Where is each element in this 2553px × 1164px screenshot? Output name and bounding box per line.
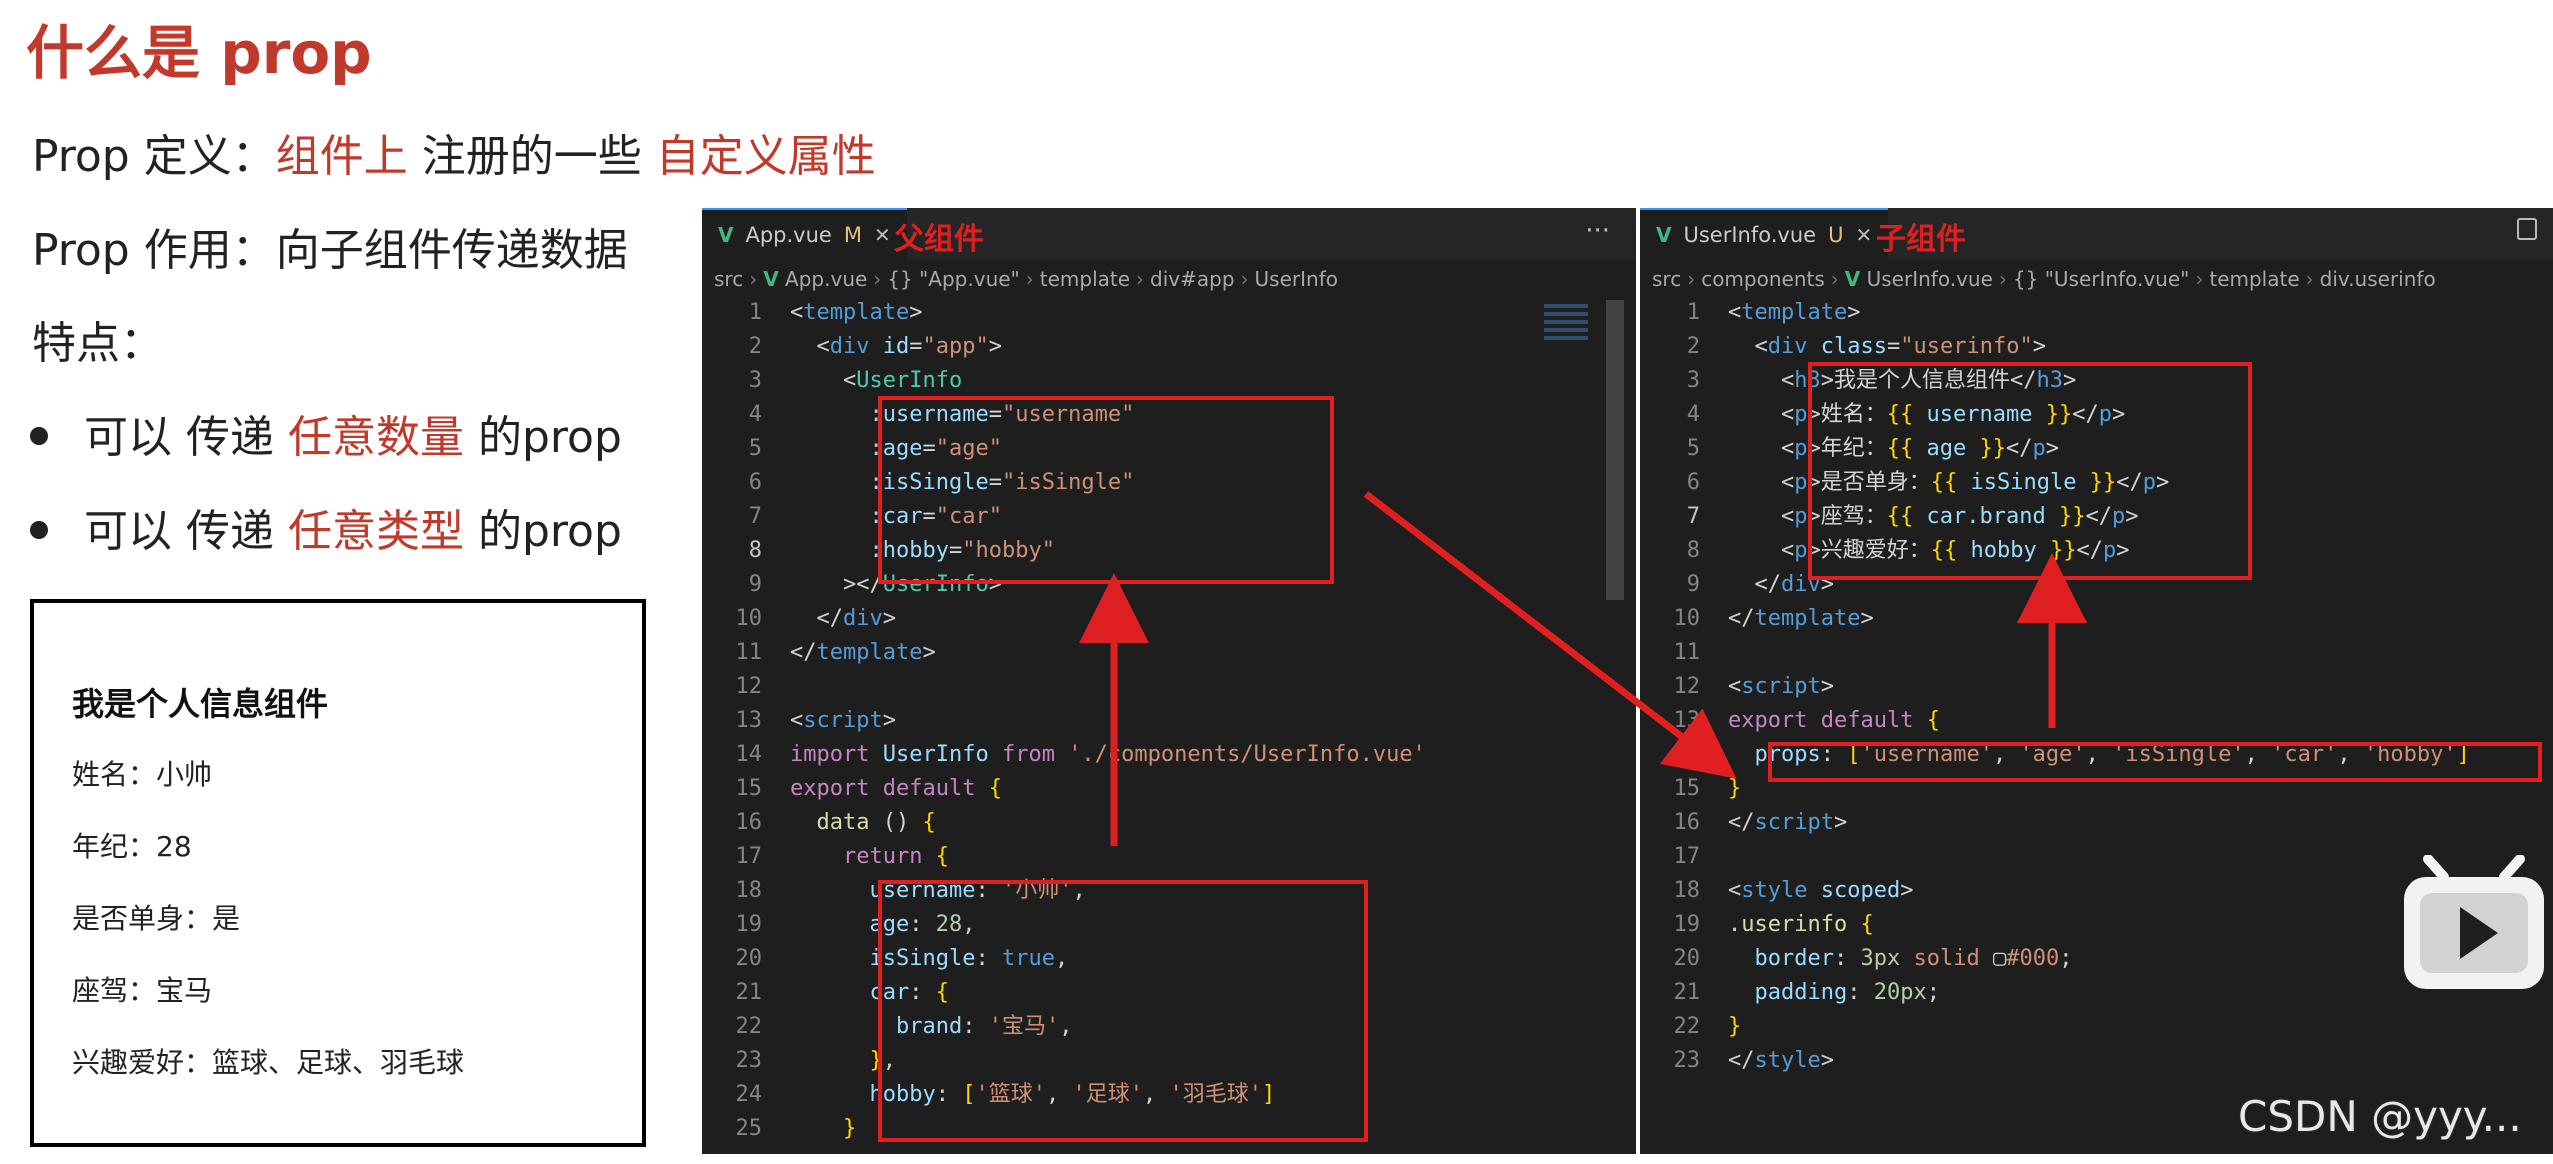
vue-icon: V (1844, 267, 1861, 291)
bullet-dot (30, 521, 48, 539)
definition-highlight-1: 组件上 (275, 131, 408, 182)
chevron-right-icon: › (1025, 267, 1034, 291)
tab-userinfo-vue[interactable]: V UserInfo.vue U ✕ (1640, 208, 1889, 260)
definition-highlight-2: 自定义属性 (655, 131, 876, 182)
breadcrumb-item[interactable]: App.vue (785, 267, 867, 291)
breadcrumb-item[interactable]: {} "UserInfo.vue" (2013, 267, 2189, 291)
bullet-highlight: 任意数量 (287, 412, 464, 463)
bullet-text-end: 的prop (463, 412, 622, 463)
props-declaration-highlight (1768, 742, 2542, 782)
source-watermark: CSDN @yyy... (2238, 1092, 2522, 1141)
close-icon[interactable]: ✕ (874, 223, 891, 247)
feature-bullet-1: 可以 传递 任意数量 的prop (30, 401, 622, 465)
chevron-right-icon: › (2195, 267, 2204, 291)
more-actions-icon[interactable]: ··· (1585, 216, 1610, 246)
breadcrumb-item[interactable]: components (1701, 267, 1825, 291)
definition-middle: 注册的一些 (407, 131, 656, 182)
bullet-dot (30, 427, 48, 445)
props-binding-highlight (878, 396, 1334, 584)
bullet-text: 可以 传递 (84, 412, 288, 463)
child-component-note: 子组件 (1876, 222, 1966, 257)
tab-bar: V App.vue M ✕ 父组件 ··· (702, 208, 1636, 260)
scrollbar[interactable] (1606, 300, 1624, 600)
preview-line: 座驾：宝马 (72, 974, 213, 1007)
tab-label: App.vue (745, 223, 832, 247)
breadcrumb: src › V App.vue ›{} "App.vue" › template › div#… (702, 262, 1636, 296)
breadcrumb-item[interactable]: template (2209, 267, 2299, 291)
preview-line: 姓名：小帅 (72, 758, 213, 791)
close-icon[interactable]: ✕ (1855, 223, 1872, 247)
parent-editor: V App.vue M ✕ 父组件 ··· src › V App.vue ›{} "… (702, 208, 1636, 1154)
chevron-right-icon: › (1240, 267, 1249, 291)
breadcrumb-item[interactable]: template (1040, 267, 1130, 291)
chevron-right-icon: › (873, 267, 882, 291)
feature-bullet-2: 可以 传递 任意类型 的prop (30, 495, 622, 559)
rendered-preview: 我是个人信息组件 姓名：小帅 年纪：28 是否单身：是 座驾：宝马 兴趣爱好：篮… (30, 599, 646, 1147)
vue-icon: V (718, 223, 734, 247)
prop-usage: Prop 作用：向子组件传递数据 (32, 225, 628, 276)
tab-label: UserInfo.vue (1683, 223, 1817, 247)
child-editor: V UserInfo.vue U ✕ 子组件 src › components › V … (1640, 208, 2553, 1154)
template-usage-highlight (1808, 362, 2252, 580)
breadcrumb: src › components › V UserInfo.vue ›{} "UserIn… (1640, 262, 2553, 296)
vue-icon: V (763, 267, 779, 291)
chevron-right-icon: › (1998, 267, 2007, 291)
chevron-right-icon: › (2305, 267, 2314, 291)
chevron-right-icon: › (1830, 267, 1839, 291)
definition-prefix: Prop 定义： (32, 131, 276, 182)
preview-line: 兴趣爱好：篮球、足球、羽毛球 (72, 1046, 465, 1079)
slide-title: 什么是 prop (26, 19, 372, 87)
tab-bar: V UserInfo.vue U ✕ 子组件 (1640, 208, 2553, 260)
minimap[interactable] (1544, 300, 1588, 380)
vue-icon: V (1656, 223, 1672, 247)
preview-line: 年纪：28 (72, 830, 192, 863)
breadcrumb-item[interactable]: src (1652, 267, 1681, 291)
tab-app-vue[interactable]: V App.vue M ✕ (702, 208, 907, 260)
bullet-text: 可以 传递 (84, 506, 288, 557)
tab-status: U (1828, 223, 1844, 247)
bullet-highlight: 任意类型 (287, 506, 464, 557)
preview-line: 是否单身：是 (72, 902, 241, 935)
split-editor-icon[interactable] (2517, 218, 2537, 240)
preview-title: 我是个人信息组件 (72, 685, 329, 723)
breadcrumb-item[interactable]: UserInfo.vue (1867, 267, 1993, 291)
chevron-right-icon: › (1136, 267, 1145, 291)
parent-component-note: 父组件 (894, 222, 984, 257)
chevron-right-icon: › (1687, 267, 1696, 291)
breadcrumb-item[interactable]: {} "App.vue" (887, 267, 1019, 291)
breadcrumb-item[interactable]: div#app (1150, 267, 1235, 291)
data-values-highlight (878, 880, 1368, 1142)
chevron-right-icon: › (749, 267, 758, 291)
video-play-icon[interactable] (2398, 855, 2550, 995)
features-label: 特点： (32, 318, 164, 369)
breadcrumb-item[interactable]: UserInfo (1255, 267, 1338, 291)
breadcrumb-item[interactable]: div.userinfo (2320, 267, 2436, 291)
breadcrumb-item[interactable]: src (714, 267, 743, 291)
prop-definition: Prop 定义：组件上 注册的一些 自定义属性 (32, 120, 876, 184)
tab-status: M (843, 223, 862, 247)
bullet-text-end: 的prop (463, 506, 622, 557)
